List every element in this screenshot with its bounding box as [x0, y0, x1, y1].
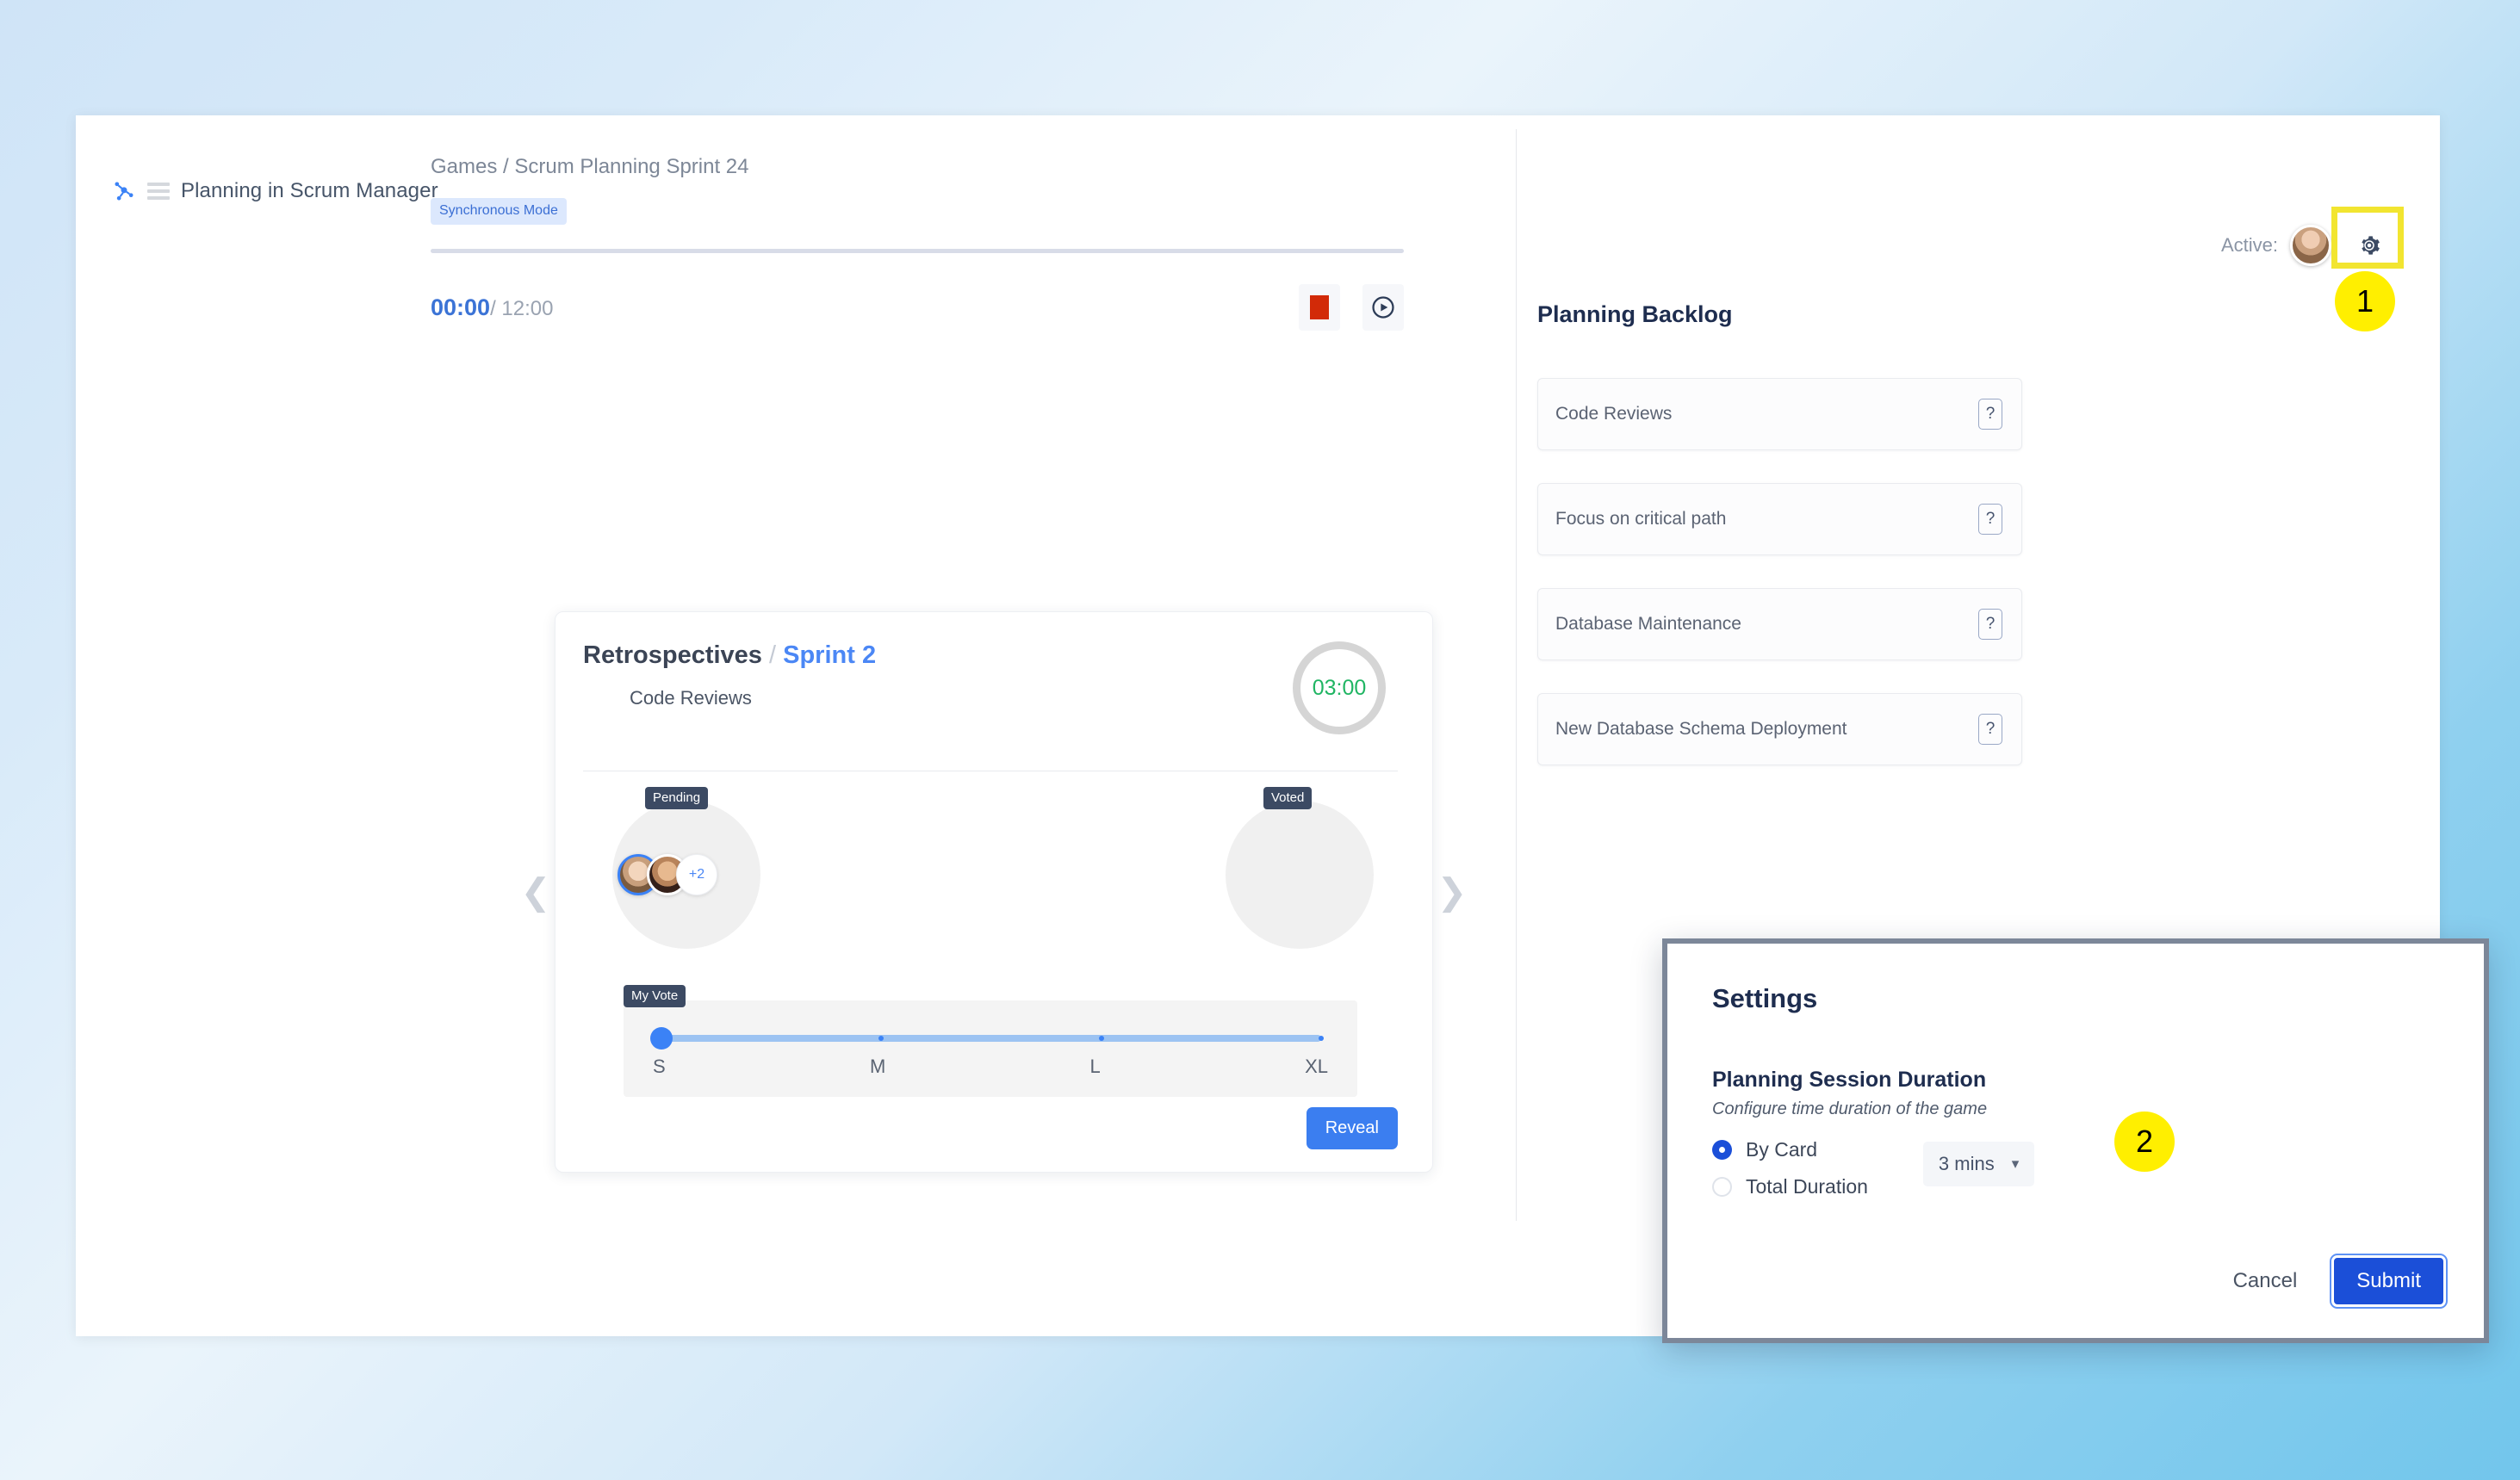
backlog-item-label: Focus on critical path [1555, 509, 1727, 529]
backlog-title: Planning Backlog [1537, 301, 1733, 327]
vote-slider-labels: S M L XL [648, 1056, 1333, 1078]
radio-by-card-label: By Card [1746, 1138, 1818, 1161]
slider-label-m: M [869, 1056, 886, 1077]
chevron-right-icon[interactable]: ❯ [1433, 874, 1471, 910]
backlog-item[interactable]: Database Maintenance ? [1537, 588, 2022, 660]
radio-unselected-icon [1712, 1177, 1732, 1197]
reveal-row: Reveal [1306, 1107, 1398, 1149]
radio-by-card[interactable]: By Card [1712, 1138, 1868, 1161]
slider-tick-l [1098, 1036, 1104, 1041]
question-mark-icon[interactable]: ? [1978, 504, 2002, 535]
backlog-item-label: Code Reviews [1555, 404, 1673, 424]
timer-readout: 00:00/ 12:00 [431, 294, 553, 321]
avatar-overflow-count[interactable]: +2 [676, 854, 717, 895]
brand: Planning in Scrum Manager [112, 179, 438, 203]
main-column: Games / Scrum Planning Sprint 24 Synchro… [431, 155, 1516, 331]
card-ring-timer-value: 03:00 [1312, 675, 1367, 700]
annotation-badge-2: 2 [2114, 1112, 2175, 1172]
timer-controls [1299, 284, 1404, 331]
pending-bubble[interactable]: Pending +2 [612, 787, 760, 949]
stop-icon [1310, 295, 1329, 319]
modal-actions: Cancel Submit [2228, 1254, 2448, 1309]
card-ring-timer: 03:00 [1293, 641, 1386, 734]
voted-tag: Voted [1263, 787, 1313, 809]
pending-tag: Pending [645, 787, 709, 809]
planning-duration-subtitle: Configure time duration of the game [1712, 1099, 1988, 1118]
duration-select[interactable]: 3 mins ▾ [1922, 1142, 2035, 1186]
settings-modal: Settings Planning Session Duration Confi… [1662, 938, 2489, 1343]
pending-avatar-stack: +2 [618, 854, 717, 895]
chevron-down-icon: ▾ [2011, 1155, 2020, 1172]
radio-total-duration[interactable]: Total Duration [1712, 1175, 1868, 1198]
slider-label-s: S [653, 1056, 666, 1077]
card-title-row: Retrospectives / Sprint 2 [583, 641, 876, 670]
card-title: Retrospectives [583, 641, 762, 669]
vote-slider-thumb[interactable] [650, 1027, 673, 1050]
play-circle-icon [1372, 296, 1394, 319]
slider-label-xl: XL [1305, 1056, 1328, 1077]
card-subtitle: Code Reviews [630, 687, 752, 709]
vote-card: Retrospectives / Sprint 2 Code Reviews 0… [555, 611, 1433, 1173]
my-vote-slider-block: My Vote S M L XL [624, 985, 1357, 1097]
backlog-item[interactable]: Focus on critical path ? [1537, 483, 2022, 555]
planning-duration-heading: Planning Session Duration [1712, 1068, 1987, 1092]
radio-total-duration-label: Total Duration [1746, 1175, 1868, 1198]
duration-select-value: 3 mins [1938, 1153, 1995, 1174]
duration-options-row: By Card Total Duration 3 mins ▾ [1712, 1138, 2439, 1198]
submit-button[interactable]: Submit [2330, 1254, 2448, 1309]
timer-progress-bar [431, 249, 1404, 253]
backlog-item-label: New Database Schema Deployment [1555, 719, 1847, 739]
stop-button[interactable] [1299, 284, 1340, 331]
slider-label-l: L [1089, 1056, 1101, 1077]
status-badge: Synchronous Mode [431, 198, 567, 225]
cancel-button[interactable]: Cancel [2228, 1268, 2303, 1294]
vote-slider-track[interactable] [650, 1027, 1324, 1050]
chevron-left-icon[interactable]: ❮ [517, 874, 555, 910]
play-button[interactable] [1362, 284, 1404, 331]
duration-radio-group: By Card Total Duration [1712, 1138, 1868, 1198]
settings-modal-title: Settings [1712, 983, 1818, 1013]
reveal-button[interactable]: Reveal [1306, 1107, 1398, 1149]
slider-tick-xl [1319, 1036, 1324, 1041]
timer-row: 00:00/ 12:00 [431, 284, 1404, 331]
backlog-item-label: Database Maintenance [1555, 614, 1741, 634]
vote-areas: Pending +2 Voted [583, 787, 1398, 949]
my-vote-tag: My Vote [624, 985, 686, 1007]
vote-card-carousel: ❮ Retrospectives / Sprint 2 Code Reviews… [517, 611, 1481, 1173]
card-sprint-link[interactable]: Sprint 2 [783, 641, 876, 669]
backlog-item[interactable]: New Database Schema Deployment ? [1537, 693, 2022, 765]
hamburger-menu-icon[interactable] [147, 183, 170, 200]
question-mark-icon[interactable]: ? [1978, 714, 2002, 745]
slider-tick-m [878, 1036, 884, 1041]
question-mark-icon[interactable]: ? [1978, 399, 2002, 430]
breadcrumb[interactable]: Games / Scrum Planning Sprint 24 [431, 155, 1516, 179]
card-title-separator: / [769, 641, 777, 669]
app-title: Planning in Scrum Manager [181, 179, 438, 202]
question-mark-icon[interactable]: ? [1978, 609, 2002, 640]
settings-modal-body: Settings Planning Session Duration Confi… [1667, 944, 2484, 1338]
radio-selected-icon [1712, 1140, 1732, 1160]
voted-bubble[interactable]: Voted [1226, 787, 1374, 949]
backlog-item[interactable]: Code Reviews ? [1537, 378, 2022, 450]
scrum-node-logo-icon [112, 179, 136, 203]
timer-total: / 12:00 [490, 296, 554, 320]
timer-elapsed: 00:00 [431, 294, 491, 320]
card-header: Retrospectives / Sprint 2 Code Reviews 0… [583, 641, 1398, 734]
